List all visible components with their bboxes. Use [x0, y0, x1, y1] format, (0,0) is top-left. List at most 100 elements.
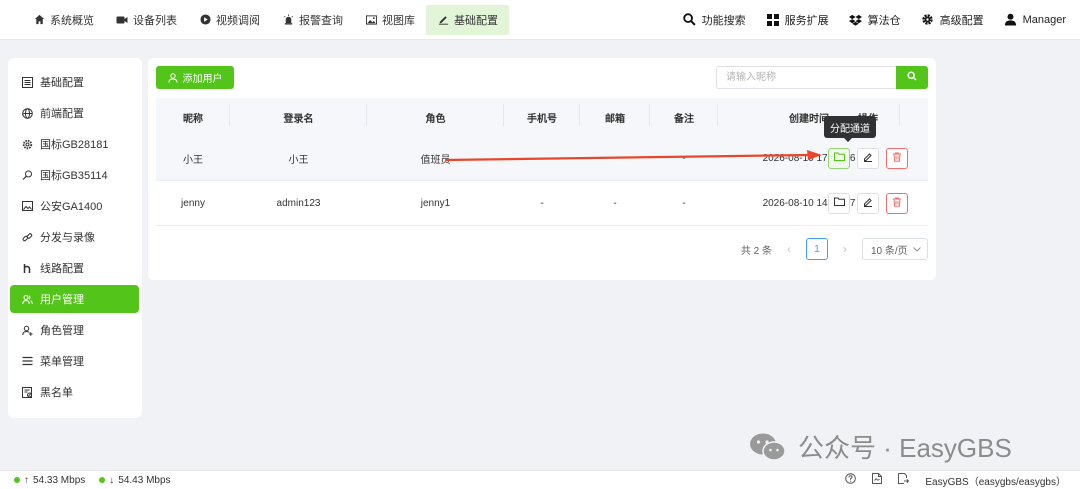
nickname-search [716, 66, 928, 89]
arrow-down-icon: ↓ [109, 474, 115, 486]
feature-search-button[interactable]: 功能搜索 [683, 12, 746, 28]
assign-channel-tooltip: 分配通道 [824, 116, 876, 142]
advanced-config-button[interactable]: 高级配置 [921, 12, 984, 28]
search-icon [907, 71, 917, 84]
sidebar: 基础配置 前端配置 国标GB28181 国标GB35114 公安GA1400 分… [8, 58, 142, 418]
assign-channel-button[interactable] [828, 147, 850, 169]
service-extension-button[interactable]: 服务扩展 [766, 12, 829, 28]
edit-user-button[interactable] [857, 192, 879, 214]
sidebar-item-role-management[interactable]: 角色管理 [10, 316, 139, 344]
sidebar-item-user-management[interactable]: 用户管理 [10, 285, 139, 313]
search-icon [683, 13, 697, 27]
sidebar-item-label: 线路配置 [40, 263, 84, 275]
edit-icon [863, 197, 873, 210]
prev-page-button[interactable]: ‹ [782, 242, 796, 256]
gear-icon [921, 13, 935, 27]
alarm-icon [282, 14, 294, 26]
sidebar-item-distribution-recording[interactable]: 分发与录像 [10, 223, 139, 251]
cell-role: 值班员 [420, 154, 451, 166]
edit-icon [863, 152, 873, 165]
sidebar-item-label: 角色管理 [40, 325, 84, 337]
sidebar-item-label: 前端配置 [40, 108, 84, 120]
upload-speed-value: 54.33 Mbps [33, 474, 86, 486]
nav-item-devices[interactable]: 设备列表 [105, 5, 188, 35]
user-role-icon [22, 325, 33, 336]
nickname-search-input[interactable] [716, 66, 896, 89]
table-row: jenny admin123 jenny1 - - - 2026-08-10 1… [156, 181, 928, 226]
status-dot [14, 477, 20, 483]
nav-item-label: 基础配置 [454, 14, 498, 27]
home-icon [33, 14, 45, 26]
nav-item-viewlib[interactable]: 视图库 [354, 5, 426, 35]
row-actions [828, 192, 908, 214]
server-info: EasyGBS（easygbs/easygbs） [925, 476, 1066, 488]
column-header: 手机号 [504, 103, 580, 126]
sidebar-item-label: 国标GB35114 [40, 170, 108, 182]
row-actions [828, 147, 908, 169]
feature-search-label: 功能搜索 [701, 14, 746, 27]
sidebar-item-label: 公安GA1400 [40, 201, 103, 213]
export-icon[interactable] [898, 473, 910, 487]
edit-icon [437, 14, 449, 26]
sidebar-item-gb35114[interactable]: 国标GB35114 [10, 161, 139, 189]
download-speed: ↓ 54.43 Mbps [99, 474, 171, 486]
user-menu-button[interactable]: Manager [1004, 13, 1066, 27]
edit-user-button[interactable] [857, 147, 879, 169]
top-navbar: 系统概览 设备列表 视频调阅 报警查询 视图库 基础配置 功能搜索 服务扩展 算… [0, 0, 1080, 40]
cell-email: - [613, 152, 617, 164]
user-icon [1004, 13, 1018, 27]
trash-icon [892, 152, 902, 165]
user-table: 昵称 登录名 角色 手机号 邮箱 备注 创建时间 操作 小王 小王 值班员 - … [156, 98, 928, 226]
play-circle-icon [199, 14, 211, 26]
service-extension-label: 服务扩展 [784, 14, 829, 27]
column-header: 昵称 [156, 103, 230, 126]
sidebar-item-label: 分发与录像 [40, 232, 95, 244]
nav-item-alarm[interactable]: 报警查询 [271, 5, 354, 35]
cell-note: - [682, 152, 686, 164]
sidebar-item-frontend-config[interactable]: 前端配置 [10, 99, 139, 127]
column-header: 邮箱 [580, 103, 650, 126]
nav-item-label: 视图库 [382, 14, 415, 27]
route-icon [22, 263, 33, 274]
page-number-button[interactable]: 1 [806, 238, 828, 260]
cell-nickname: 小王 [183, 154, 203, 166]
delete-user-button[interactable] [886, 147, 908, 169]
pagination: 共 2 条 ‹ 1 › 10 条/页 [741, 238, 928, 260]
nav-right: 功能搜索 服务扩展 算法仓 高级配置 Manager [683, 12, 1066, 28]
page-size-select[interactable]: 10 条/页 [862, 238, 928, 260]
sidebar-item-ga1400[interactable]: 公安GA1400 [10, 192, 139, 220]
cell-role: jenny1 [420, 197, 451, 209]
sidebar-item-blacklist[interactable]: 黑名单 [10, 378, 139, 406]
folder-icon [833, 152, 845, 164]
status-right: EasyGBS（easygbs/easygbs） [845, 473, 1066, 488]
search-button[interactable] [896, 66, 928, 89]
next-page-button[interactable]: › [838, 242, 852, 256]
cell-login: admin123 [276, 197, 321, 209]
nav-item-basic-config[interactable]: 基础配置 [426, 4, 509, 35]
pagination-total: 共 2 条 [740, 245, 772, 257]
sidebar-item-label: 国标GB28181 [40, 139, 109, 151]
nav-item-video[interactable]: 视频调阅 [188, 5, 271, 35]
help-icon[interactable] [845, 473, 857, 487]
algorithm-store-label: 算法仓 [867, 14, 901, 27]
add-user-button[interactable]: 添加用户 [156, 66, 234, 89]
sidebar-item-label: 菜单管理 [40, 356, 84, 368]
user-name: Manager [1022, 13, 1066, 26]
sidebar-item-gb28181[interactable]: 国标GB28181 [10, 130, 139, 158]
pdf-document-icon[interactable] [872, 473, 883, 487]
nav-item-overview[interactable]: 系统概览 [22, 5, 105, 35]
table-header: 昵称 登录名 角色 手机号 邮箱 备注 创建时间 操作 [156, 98, 928, 136]
algorithm-store-button[interactable]: 算法仓 [849, 12, 901, 28]
image-icon [365, 14, 377, 26]
user-management-panel: 添加用户 昵称 登录名 角色 手机号 邮箱 备注 创建时间 操作 小王 小王 值… [148, 58, 936, 280]
cell-note: - [682, 197, 686, 209]
table-row: 小王 小王 值班员 - - - 2026-08-10 17:04:46 [156, 136, 928, 181]
cell-login: 小王 [288, 154, 309, 166]
assign-channel-button[interactable] [828, 192, 850, 214]
sidebar-item-route-config[interactable]: 线路配置 [10, 254, 139, 282]
folder-icon [833, 197, 845, 209]
delete-user-button[interactable] [886, 192, 908, 214]
nav-item-label: 设备列表 [133, 14, 177, 27]
sidebar-item-menu-management[interactable]: 菜单管理 [10, 347, 139, 375]
sidebar-item-basic-config[interactable]: 基础配置 [10, 68, 139, 96]
